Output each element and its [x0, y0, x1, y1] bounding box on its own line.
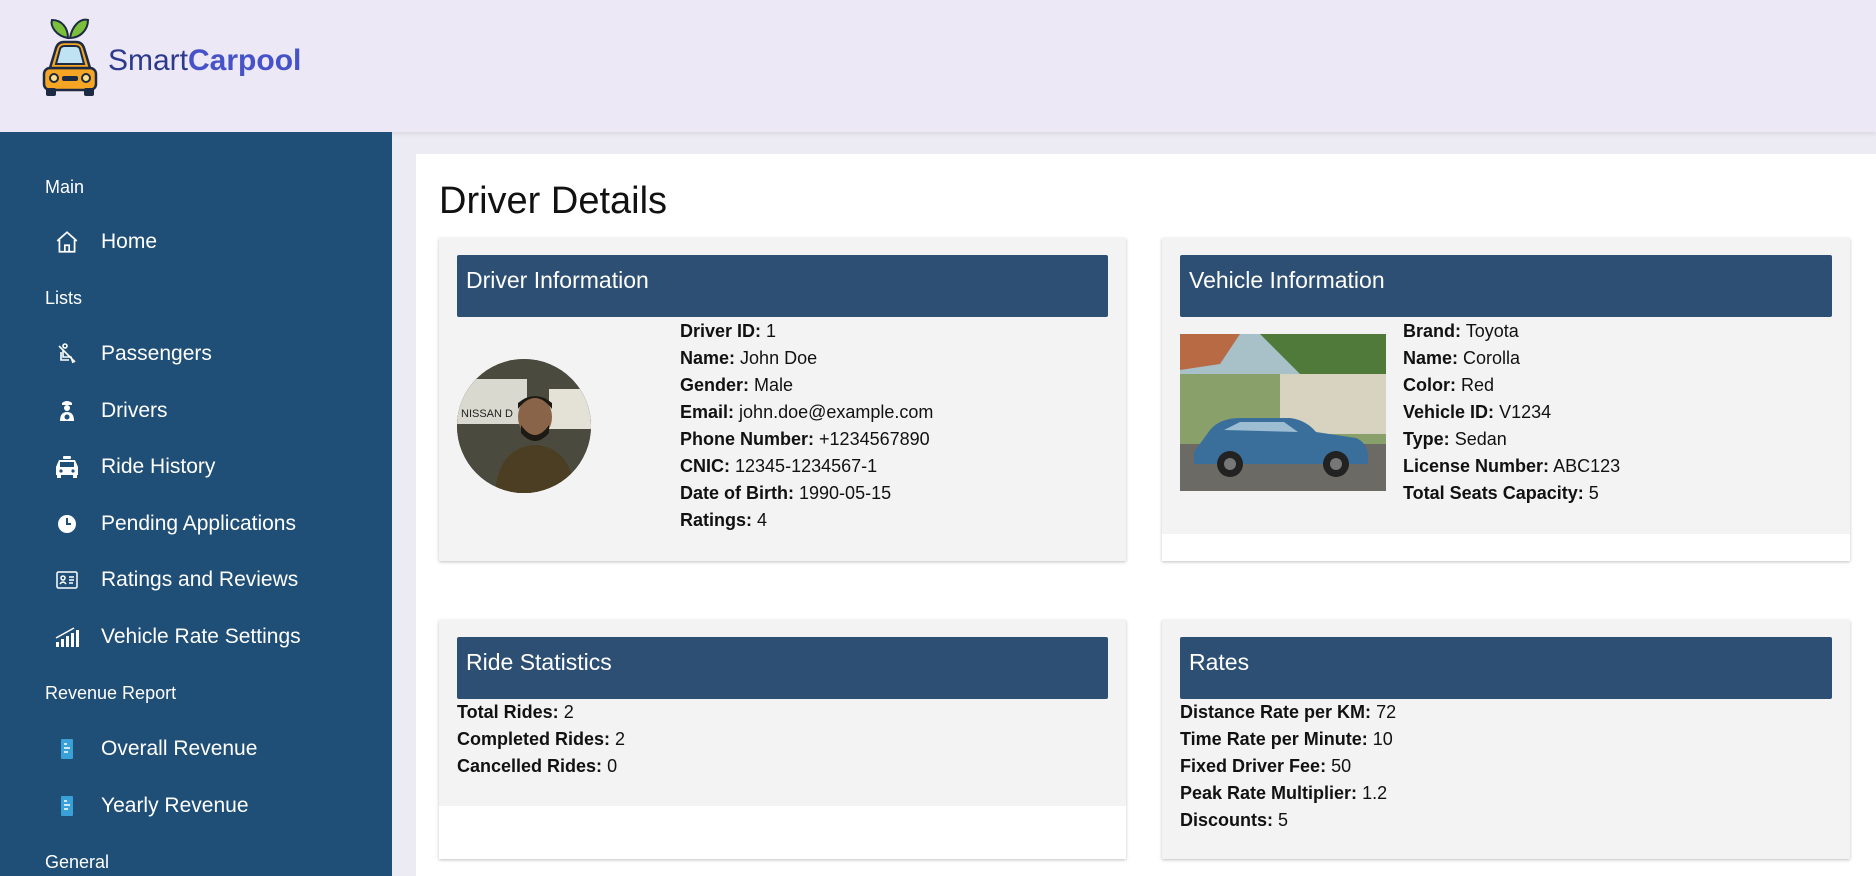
rate-chart-icon — [45, 626, 89, 648]
car-logo-icon — [42, 18, 98, 96]
sidebar-item-ratings-reviews[interactable]: Ratings and Reviews — [45, 560, 365, 600]
driver-info-card: Driver Information NISSAN D Driver ID: 1… — [439, 238, 1126, 561]
completed-rides-row: Completed Rides: 2 — [457, 729, 626, 749]
driver-icon — [45, 399, 89, 423]
driver-dob-row: Date of Birth: 1990-05-15 — [680, 483, 892, 503]
sidebar-item-passengers[interactable]: Passengers — [45, 334, 365, 374]
sidebar: Main Home Lists Passengers Drivers Ride … — [0, 132, 392, 876]
receipt-icon — [45, 795, 89, 817]
sidebar-item-yearly-revenue[interactable]: Yearly Revenue — [45, 786, 365, 826]
sidebar-item-label: Yearly Revenue — [101, 794, 249, 817]
fixed-fee-row: Fixed Driver Fee: 50 — [1180, 756, 1352, 776]
vehicle-type-row: Type: Sedan — [1403, 429, 1507, 449]
vehicle-info-card: Vehicle Information Brand: Toyota Name: … — [1162, 238, 1850, 561]
total-rides-row: Total Rides: 2 — [457, 702, 574, 722]
vehicle-license-row: License Number: ABC123 — [1403, 456, 1621, 476]
sidebar-section-main: Main — [45, 177, 85, 197]
page-title: Driver Details — [439, 180, 668, 222]
vehicle-color-row: Color: Red — [1403, 375, 1495, 395]
sidebar-item-pending-applications[interactable]: Pending Applications — [45, 504, 365, 544]
driver-cnic-row: CNIC: 12345-1234567-1 — [680, 456, 878, 476]
brand-name: SmartCarpool — [108, 44, 302, 77]
top-header: SmartCarpool — [0, 0, 1876, 132]
driver-gender-row: Gender: Male — [680, 375, 794, 395]
sidebar-section-general: General — [45, 852, 110, 872]
driver-details-list: Driver ID: 1 Name: John Doe Gender: Male… — [680, 318, 933, 534]
driver-phone-row: Phone Number: +1234567890 — [680, 429, 930, 449]
rates-list: Distance Rate per KM: 72 Time Rate per M… — [1180, 699, 1396, 834]
ride-statistics-list: Total Rides: 2 Completed Rides: 2 Cancel… — [457, 699, 625, 780]
sidebar-item-overall-revenue[interactable]: Overall Revenue — [45, 729, 365, 769]
sidebar-item-drivers[interactable]: Drivers — [45, 391, 365, 431]
vehicle-brand-row: Brand: Toyota — [1403, 321, 1519, 341]
sidebar-section-revenue-report: Revenue Report — [45, 683, 177, 703]
driver-id-row: Driver ID: 1 — [680, 321, 777, 341]
svg-text:NISSAN D: NISSAN D — [461, 408, 513, 420]
sidebar-item-vehicle-rate-settings[interactable]: Vehicle Rate Settings — [45, 617, 365, 657]
sidebar-item-label: Vehicle Rate Settings — [101, 625, 301, 648]
discounts-row: Discounts: 5 — [1180, 810, 1289, 830]
rates-heading: Rates — [1180, 637, 1832, 699]
receipt-icon — [45, 738, 89, 760]
driver-avatar: NISSAN D — [457, 359, 591, 493]
sidebar-item-label: Ratings and Reviews — [101, 568, 299, 591]
vehicle-info-heading: Vehicle Information — [1180, 255, 1832, 317]
distance-rate-row: Distance Rate per KM: 72 — [1180, 702, 1397, 722]
ride-statistics-heading: Ride Statistics — [457, 637, 1108, 699]
brand-logo[interactable]: SmartCarpool — [38, 16, 301, 96]
vehicle-photo — [1180, 334, 1386, 491]
clock-icon — [45, 513, 89, 535]
driver-ratings-row: Ratings: 4 — [680, 510, 768, 530]
vehicle-seats-row: Total Seats Capacity: 5 — [1403, 483, 1599, 503]
sidebar-item-label: Ride History — [101, 455, 216, 478]
vehicle-details-list: Brand: Toyota Name: Corolla Color: Red V… — [1403, 318, 1620, 507]
sidebar-item-label: Pending Applications — [101, 512, 296, 535]
ride-statistics-card: Ride Statistics Total Rides: 2 Completed… — [439, 620, 1126, 859]
main-content: Driver Details Driver Information NISSAN… — [416, 154, 1876, 876]
vehicle-id-row: Vehicle ID: V1234 — [1403, 402, 1552, 422]
vehicle-name-row: Name: Corolla — [1403, 348, 1521, 368]
sidebar-item-label: Home — [101, 230, 158, 253]
sidebar-item-ride-history[interactable]: Ride History — [45, 447, 365, 487]
home-icon — [45, 229, 89, 255]
driver-email-row: Email: john.doe@example.com — [680, 402, 934, 422]
driver-info-heading: Driver Information — [457, 255, 1108, 317]
sidebar-item-home[interactable]: Home — [45, 222, 365, 262]
rates-card: Rates Distance Rate per KM: 72 Time Rate… — [1162, 620, 1850, 859]
sidebar-section-lists: Lists — [45, 288, 83, 308]
time-rate-row: Time Rate per Minute: 10 — [1180, 729, 1393, 749]
review-card-icon — [45, 570, 89, 590]
driver-name-row: Name: John Doe — [680, 348, 818, 368]
sidebar-item-label: Passengers — [101, 342, 212, 365]
peak-multiplier-row: Peak Rate Multiplier: 1.2 — [1180, 783, 1388, 803]
cancelled-rides-row: Cancelled Rides: 0 — [457, 756, 618, 776]
sidebar-item-label: Drivers — [101, 399, 168, 422]
passenger-seat-icon — [45, 342, 89, 366]
car-icon — [45, 456, 89, 478]
sidebar-item-label: Overall Revenue — [101, 737, 258, 760]
